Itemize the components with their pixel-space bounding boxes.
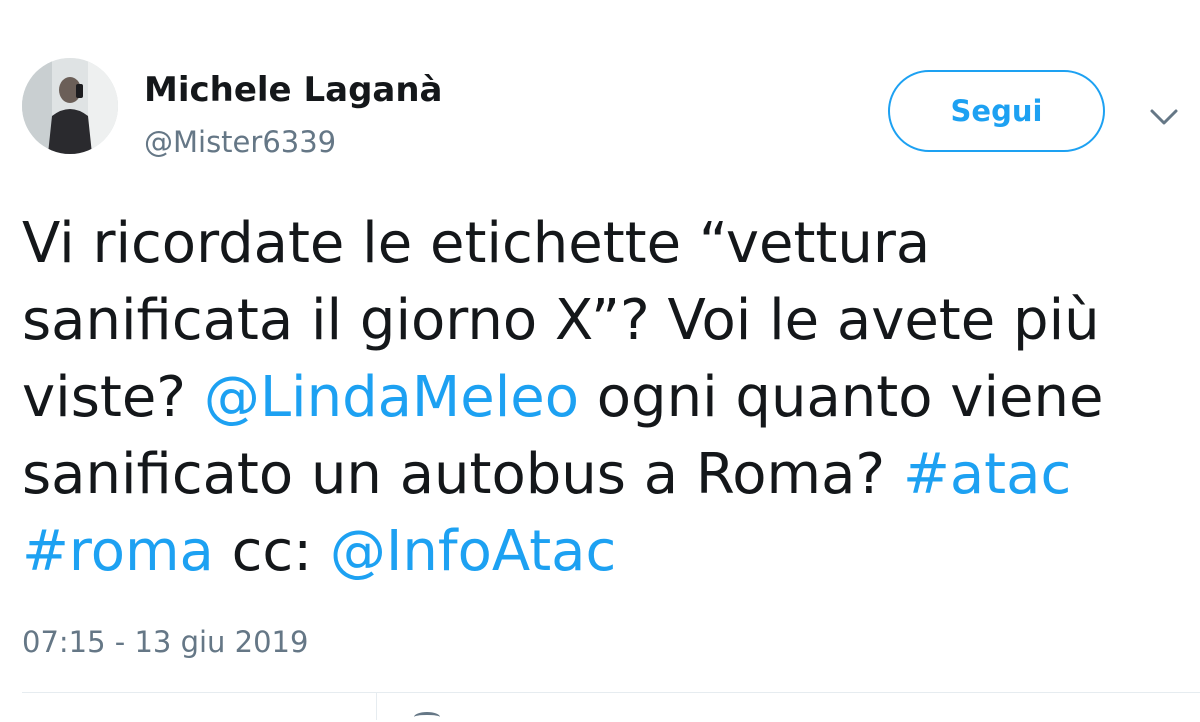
divider (22, 692, 1200, 693)
follow-button[interactable]: Segui (888, 70, 1105, 152)
mention-link[interactable]: @LindaMeleo (204, 365, 579, 430)
user-name[interactable]: Michele Laganà (144, 68, 443, 112)
tweet-timestamp[interactable]: 07:15 - 13 giu 2019 (22, 622, 308, 662)
divider (376, 693, 377, 720)
tweet-card: Michele Laganà @Mister6339 Segui Vi rico… (0, 0, 1200, 720)
tweet-text-segment: cc: (213, 519, 330, 584)
hashtag-link[interactable]: #roma (22, 519, 214, 584)
reply-icon[interactable] (414, 712, 440, 722)
profile-photo-icon (22, 58, 118, 154)
mention-link[interactable]: @InfoAtac (330, 519, 616, 584)
avatar[interactable] (22, 58, 118, 154)
chevron-down-icon[interactable] (1147, 106, 1181, 128)
user-handle[interactable]: @Mister6339 (144, 122, 336, 162)
tweet-text: Vi ricordate le etichette “vettura sanif… (22, 205, 1187, 590)
hashtag-link[interactable]: #atac (903, 442, 1071, 507)
